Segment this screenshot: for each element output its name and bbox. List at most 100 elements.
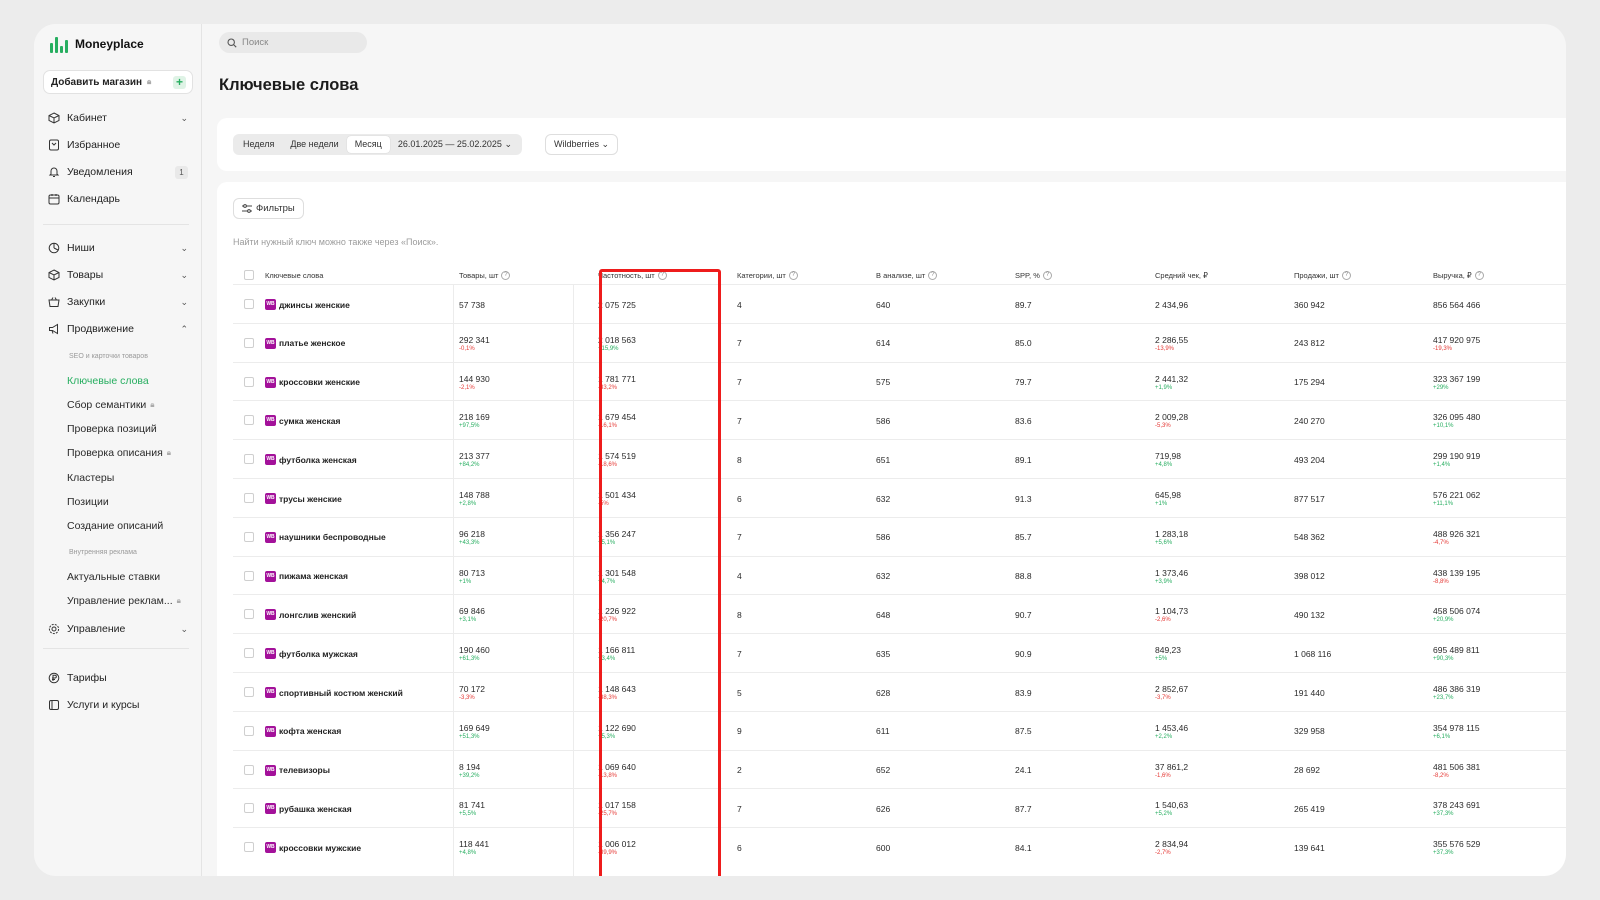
sidebar-item[interactable]: Продвижение ⌃	[48, 320, 188, 338]
filters-button[interactable]: Фильтры	[233, 198, 304, 219]
row-checkbox[interactable]	[244, 842, 254, 853]
keyword-cell[interactable]: WB кроссовки мужские	[265, 828, 361, 867]
chevron-down-icon: ⌄	[180, 112, 188, 123]
period-month[interactable]: Месяц	[346, 136, 390, 153]
row-checkbox[interactable]	[244, 570, 254, 581]
help-icon[interactable]: ?	[1474, 270, 1484, 280]
column-header[interactable]: Продажи, шт?	[1294, 266, 1351, 284]
sidebar-subitem[interactable]: Проверка позиций	[67, 423, 193, 435]
column-header[interactable]: В анализе, шт?	[876, 266, 938, 284]
column-header-label: SPP, %	[1015, 270, 1040, 280]
table-row[interactable]: WB сумка женская 218 169 +97,5% 1 679 454 -16…	[233, 400, 1566, 439]
row-checkbox[interactable]	[244, 299, 254, 309]
help-icon[interactable]: ?	[928, 270, 938, 280]
keyword-cell[interactable]: WB джинсы женские	[265, 285, 350, 324]
table-row[interactable]: WB пижама женская 80 713 +1% 1 301 548 +4,7% 4…	[233, 555, 1566, 596]
table-row[interactable]: WB рубашка женская 81 741 +5,5% 1 017 158 -25…	[233, 788, 1566, 827]
keyword-cell[interactable]: WB лонгслив женский	[265, 595, 356, 634]
keyword-cell[interactable]: WB наушники беспроводные	[265, 518, 386, 557]
sidebar-item[interactable]: Услуги и курсы	[48, 696, 188, 714]
keyword-cell[interactable]: WB пижама женская	[265, 557, 348, 596]
row-checkbox[interactable]	[244, 376, 254, 387]
table-row[interactable]: WB джинсы женские 57 738 2 075 725 4 640 89.7 2…	[233, 284, 1566, 323]
column-header[interactable]: Товары, шт?	[459, 266, 511, 284]
sidebar-item[interactable]: Уведомления 1	[48, 163, 188, 181]
cell-value: 7	[737, 377, 742, 388]
sidebar-subitem[interactable]: Управление реклам... 🔒︎	[67, 595, 193, 607]
brand-logo[interactable]: Moneyplace	[50, 35, 144, 53]
help-icon[interactable]: ?	[1042, 270, 1052, 280]
table-row[interactable]: WB лонгслив женский 69 846 +3,1% 1 226 922 -2…	[233, 594, 1566, 633]
sidebar-item-label: Закупки	[67, 296, 106, 308]
column-header[interactable]: SPP, %?	[1015, 266, 1052, 284]
row-checkbox[interactable]	[244, 493, 254, 503]
row-checkbox[interactable]	[244, 725, 254, 736]
keyword-cell[interactable]: WB сумка женская	[265, 401, 340, 440]
table-row[interactable]: WB телевизоры 8 194 +39,2% 1 069 640 -13,8% 2 6…	[233, 749, 1566, 790]
sidebar-item[interactable]: Избранное	[48, 136, 188, 154]
table-row[interactable]: WB кроссовки женские 144 930 -2,1% 1 781 771…	[233, 361, 1566, 402]
sidebar-subitem[interactable]: Кластеры	[67, 472, 193, 484]
chevron-down-icon: ⌄	[180, 623, 188, 634]
sidebar-subitem[interactable]: Сбор семантики 🔒︎	[67, 399, 193, 411]
keyword-cell[interactable]: WB кроссовки женские	[265, 363, 360, 402]
column-header[interactable]: Категории, шт?	[737, 266, 798, 284]
help-icon[interactable]: ?	[501, 270, 511, 280]
sidebar-subitem[interactable]: Актуальные ставки	[67, 571, 193, 583]
table-row[interactable]: WB трусы женские 148 788 +2,8% 1 501 434 -5% 6…	[233, 478, 1566, 517]
table-row[interactable]: WB наушники беспроводные 96 218 +43,3% 1 356…	[233, 516, 1566, 557]
row-checkbox[interactable]	[244, 531, 254, 542]
marketplace-select[interactable]: Wildberries ⌄	[545, 134, 619, 155]
help-icon[interactable]: ?	[788, 270, 798, 280]
cell-value: 481 506 381	[1433, 761, 1481, 772]
search-input[interactable]: Поиск	[219, 32, 367, 53]
check-cell: 719,98 +4,8%	[1155, 440, 1181, 479]
keyword-cell[interactable]: WB рубашка женская	[265, 789, 352, 828]
sidebar-item[interactable]: Закупки ⌄	[48, 293, 188, 311]
table-row[interactable]: WB спортивный костюм женский 70 172 -3,3% 1 …	[233, 672, 1566, 711]
sidebar-item[interactable]: Тарифы	[48, 669, 188, 687]
keyword-cell[interactable]: WB платье женское	[265, 324, 345, 363]
sidebar-subitem[interactable]: Ключевые слова	[67, 375, 193, 387]
column-header[interactable]: Выручка, ₽?	[1433, 266, 1484, 284]
table-row[interactable]: WB кофта женская 169 649 +51,3% 1 122 690 +5,…	[233, 710, 1566, 751]
row-checkbox[interactable]	[244, 454, 254, 465]
keyword-cell[interactable]: WB телевизоры	[265, 751, 330, 790]
cell-delta: -13,9%	[1155, 345, 1175, 352]
period-two-weeks[interactable]: Две недели	[282, 136, 346, 153]
date-range-picker[interactable]: 26.01.2025 — 25.02.2025 ⌄	[390, 136, 520, 153]
sidebar-item[interactable]: Календарь	[48, 190, 188, 208]
period-week[interactable]: Неделя	[235, 136, 282, 153]
row-checkbox[interactable]	[244, 764, 254, 775]
sidebar-item[interactable]: Товары ⌄	[48, 266, 188, 284]
keyword-cell[interactable]: WB футболка мужская	[265, 634, 358, 673]
row-checkbox[interactable]	[244, 803, 254, 814]
cell-delta: +5,5%	[459, 811, 477, 818]
row-checkbox[interactable]	[244, 687, 254, 697]
table-row[interactable]: WB футболка мужская 190 460 +61,3% 1 166 811…	[233, 633, 1566, 672]
row-checkbox[interactable]	[244, 415, 254, 426]
row-checkbox[interactable]	[244, 609, 254, 620]
add-shop-button[interactable]: Добавить магазин 🔒︎ +	[43, 70, 193, 94]
sidebar-subitem[interactable]: Создание описаний	[67, 520, 193, 532]
cell-value: 8	[737, 454, 742, 465]
sidebar-item[interactable]: Кабинет ⌄	[48, 109, 188, 127]
column-header[interactable]: Ключевые слова	[265, 266, 323, 284]
row-checkbox[interactable]	[244, 337, 254, 348]
keyword-cell[interactable]: WB трусы женские	[265, 479, 342, 518]
sidebar-item[interactable]: Ниши ⌄	[48, 239, 188, 257]
keyword-cell[interactable]: WB спортивный костюм женский	[265, 673, 403, 712]
keyword-cell[interactable]: WB футболка женская	[265, 440, 357, 479]
sidebar-item-management[interactable]: Управление ⌄	[48, 620, 188, 638]
row-checkbox[interactable]	[244, 648, 254, 659]
table-row[interactable]: WB платье женское 292 341 -0,1% 2 018 563 +15…	[233, 322, 1566, 363]
help-icon[interactable]: ?	[1341, 270, 1351, 280]
table-row[interactable]: WB футболка женская 213 377 +84,2% 1 574 519…	[233, 439, 1566, 478]
select-all-checkbox[interactable]	[244, 270, 254, 280]
plus-icon[interactable]: +	[173, 75, 186, 89]
table-row[interactable]: WB кроссовки мужские 118 441 +4,8% 1 006 012…	[233, 827, 1566, 866]
sidebar-subitem[interactable]: Проверка описания 🔒︎	[67, 447, 193, 459]
column-header[interactable]: Средний чек, ₽	[1155, 266, 1208, 284]
keyword-cell[interactable]: WB кофта женская	[265, 712, 341, 751]
sidebar-subitem[interactable]: Позиции	[67, 496, 193, 508]
